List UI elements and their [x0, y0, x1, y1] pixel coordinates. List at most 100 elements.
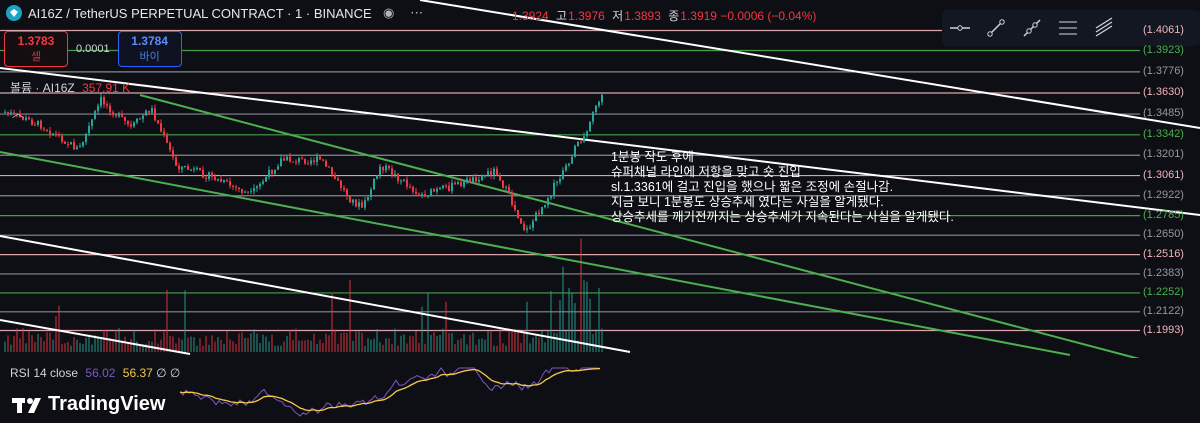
more-icon[interactable]: ⋯ [406, 4, 428, 22]
price-axis-label: (1.3923) [1143, 43, 1184, 56]
volume-bar [352, 340, 354, 352]
price-axis-label: (1.3776) [1143, 64, 1184, 77]
volume-bar [595, 329, 597, 352]
volume-bar [325, 333, 327, 352]
candle-body [502, 180, 504, 188]
buy-button[interactable]: 1.3784 바이 [117, 31, 182, 67]
candle-body [337, 178, 339, 181]
volume-bar [391, 344, 393, 352]
horizontal-levels [0, 29, 1140, 332]
volume-bar [400, 335, 402, 352]
volume-bar [382, 344, 384, 352]
volume-bar [79, 343, 81, 352]
volume-bar [55, 315, 57, 352]
symbol-title[interactable]: AI16Z / TetherUS PERPETUAL CONTRACT · 1 … [28, 6, 372, 21]
volume-bar [229, 339, 231, 352]
collapse-icon[interactable]: ︿ [12, 104, 24, 121]
candle-body [370, 189, 372, 198]
candle-body [58, 134, 60, 136]
volume-bar [583, 280, 585, 352]
volume-bar [358, 331, 360, 352]
ohlc-readout: 1.3924 고1.3976 저1.3893 종1.3919 −0.0006 (… [512, 7, 816, 24]
volume-bar [241, 332, 243, 352]
candle-body [232, 185, 234, 187]
candle-body [274, 169, 276, 175]
candle-body [397, 173, 399, 182]
ray-icon[interactable] [1014, 10, 1050, 46]
volume-bar [91, 344, 93, 352]
candle-body [211, 172, 213, 177]
candle-body [94, 111, 96, 120]
candle-body [568, 163, 570, 166]
volume-bar [61, 343, 63, 352]
candle-body [391, 168, 393, 176]
volume-bar [556, 333, 558, 352]
volume-bar [52, 339, 54, 352]
ohlc-low: 1.3893 [624, 9, 661, 23]
channel-icon[interactable] [1050, 10, 1086, 46]
candle-body [262, 181, 264, 184]
volume-bar [82, 344, 84, 352]
sell-label: 셀 [30, 51, 42, 63]
sell-button[interactable]: 1.3783 셀 [4, 31, 68, 67]
horizontal-line-icon[interactable] [942, 10, 978, 46]
candle-body [412, 186, 414, 192]
candle-body [106, 104, 108, 106]
candle-body [229, 181, 231, 186]
chart-annotation[interactable]: 1분봉 작도 후에 슈퍼채널 라인에 저항을 맞고 숏 진입 sl.1.3361… [611, 150, 954, 225]
candle-body [259, 183, 261, 187]
volume-bar [76, 339, 78, 352]
candle-body [463, 180, 465, 187]
volume-bar [100, 337, 102, 352]
volume-bar [526, 301, 528, 352]
candle-body [76, 146, 78, 150]
candle-body [535, 212, 537, 222]
volume-bar [550, 291, 552, 352]
volume-bar [46, 332, 48, 352]
volume-bar [346, 332, 348, 352]
annotation-line: 1분봉 작도 후에 [611, 150, 694, 164]
volume-bar [433, 332, 435, 352]
candle-body [403, 179, 405, 181]
volume-legend[interactable]: 볼륨 · AI16Z 357.91 K [10, 79, 130, 96]
volume-bar [442, 328, 444, 352]
volume-bar [565, 331, 567, 352]
tradingview-logo[interactable]: TradingView [12, 393, 165, 416]
volume-bar [508, 328, 510, 352]
candle-body [208, 172, 210, 179]
candle-body [91, 119, 93, 126]
volume-bar [487, 331, 489, 352]
rsi-legend[interactable]: RSI 14 close 56.02 56.37 ∅ ∅ [10, 366, 180, 380]
volume-bar [232, 341, 234, 352]
candle-body [589, 121, 591, 132]
volume-bar [484, 339, 486, 352]
candle-body [238, 187, 240, 190]
candle-body [79, 146, 81, 148]
symbol-logo-icon[interactable] [6, 5, 22, 21]
candle-body [475, 177, 477, 182]
candle-body [574, 145, 576, 157]
volume-bar [547, 331, 549, 352]
buy-price: 1.3784 [131, 34, 168, 48]
pitchfork-icon[interactable] [1086, 10, 1122, 46]
candle-body [496, 168, 498, 176]
candle-body [334, 174, 336, 179]
volume-bar [64, 343, 66, 352]
volume-bar [172, 336, 174, 352]
candle-body [220, 178, 222, 182]
candle-body [313, 160, 315, 163]
candle-body [187, 165, 189, 170]
candle-body [217, 178, 219, 181]
candle-body [601, 94, 603, 103]
candle-body [544, 205, 546, 208]
price-axis-label: (1.2383) [1143, 266, 1184, 279]
volume-bar [298, 340, 300, 352]
volume-bar [475, 344, 477, 352]
candle-body [169, 142, 171, 150]
candle-body [538, 212, 540, 215]
candle-body [376, 175, 378, 179]
eye-icon[interactable]: ◉ [378, 4, 400, 22]
volume-bar [502, 343, 504, 352]
candle-body [571, 156, 573, 164]
trend-line-icon[interactable] [978, 10, 1014, 46]
